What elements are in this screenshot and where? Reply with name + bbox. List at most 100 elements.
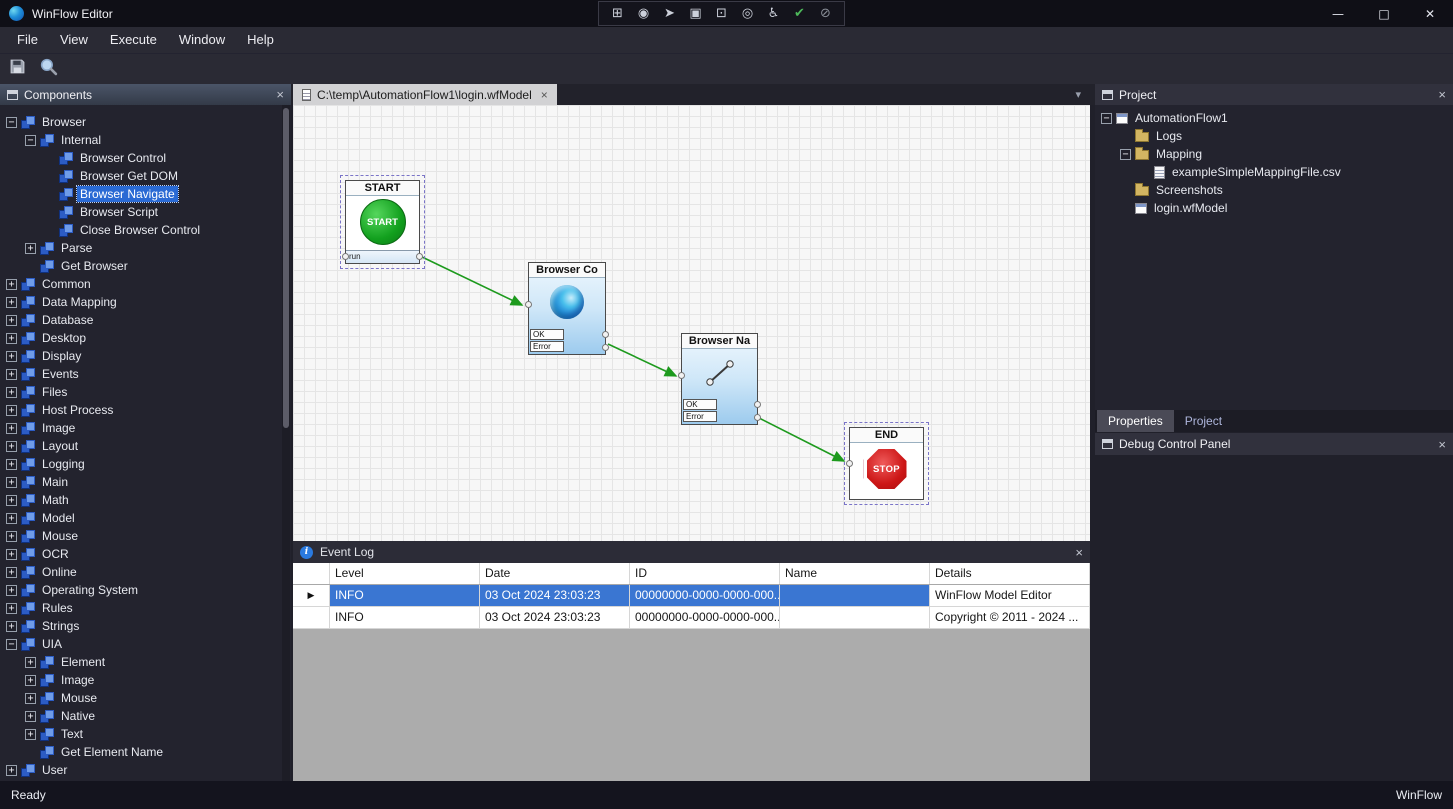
scrollbar-thumb[interactable]: [283, 108, 289, 428]
tree-item[interactable]: −Mapping: [1095, 145, 1453, 163]
tree-item[interactable]: Browser Script: [0, 203, 281, 221]
expand-icon[interactable]: +: [6, 513, 17, 524]
expand-icon[interactable]: +: [6, 621, 17, 632]
expand-icon[interactable]: +: [6, 315, 17, 326]
menu-window[interactable]: Window: [168, 27, 236, 53]
tree-item[interactable]: Get Element Name: [0, 743, 281, 761]
pointer-capture-icon[interactable]: ➤: [658, 6, 681, 21]
tree-item[interactable]: +Events: [0, 365, 281, 383]
menu-view[interactable]: View: [49, 27, 99, 53]
tree-item[interactable]: +Rules: [0, 599, 281, 617]
components-scrollbar[interactable]: [282, 105, 290, 781]
event-log-row[interactable]: INFO03 Oct 2024 23:03:2300000000-0000-00…: [293, 607, 1090, 629]
connector-dot[interactable]: [678, 372, 685, 379]
disabled-icon[interactable]: ⊘: [814, 6, 837, 21]
close-button[interactable]: ✕: [1407, 0, 1453, 27]
expand-icon[interactable]: +: [25, 693, 36, 704]
close-icon[interactable]: ×: [541, 88, 548, 102]
expand-icon[interactable]: +: [6, 495, 17, 506]
collapse-icon[interactable]: −: [6, 639, 17, 650]
expand-icon[interactable]: +: [6, 531, 17, 542]
accessibility-icon[interactable]: ♿: [762, 6, 785, 21]
tree-item[interactable]: +Main: [0, 473, 281, 491]
port-ok[interactable]: OK: [530, 329, 564, 340]
connector-dot[interactable]: [602, 344, 609, 351]
tree-item[interactable]: +Database: [0, 311, 281, 329]
tab-list-dropdown-icon[interactable]: ▾: [1075, 88, 1081, 101]
collapse-icon[interactable]: −: [6, 117, 17, 128]
expand-icon[interactable]: +: [6, 459, 17, 470]
close-icon[interactable]: ×: [1075, 546, 1083, 559]
column-header-date[interactable]: Date: [480, 563, 630, 584]
expand-icon[interactable]: +: [6, 567, 17, 578]
port-error[interactable]: Error: [530, 341, 564, 352]
tree-item[interactable]: +Logging: [0, 455, 281, 473]
document-tab[interactable]: C:\temp\AutomationFlow1\login.wfModel ×: [293, 84, 557, 105]
expand-icon[interactable]: +: [25, 657, 36, 668]
tree-item[interactable]: Screenshots: [1095, 181, 1453, 199]
tree-item[interactable]: +Image: [0, 419, 281, 437]
tree-item[interactable]: Browser Navigate: [0, 185, 281, 203]
expand-icon[interactable]: +: [25, 243, 36, 254]
tree-item[interactable]: −AutomationFlow1: [1095, 109, 1453, 127]
column-header-details[interactable]: Details: [930, 563, 1090, 584]
workflow-canvas[interactable]: START START run Browser Co OK Error Brow…: [293, 105, 1090, 541]
tree-item[interactable]: +Mouse: [0, 689, 281, 707]
port-ok[interactable]: OK: [683, 399, 717, 410]
tree-item[interactable]: +Parse: [0, 239, 281, 257]
tree-item[interactable]: Close Browser Control: [0, 221, 281, 239]
column-header-id[interactable]: ID: [630, 563, 780, 584]
menu-execute[interactable]: Execute: [99, 27, 168, 53]
event-log-row[interactable]: ▶INFO03 Oct 2024 23:03:2300000000-0000-0…: [293, 585, 1090, 607]
tree-item[interactable]: +Online: [0, 563, 281, 581]
tree-item[interactable]: exampleSimpleMappingFile.csv: [1095, 163, 1453, 181]
tab-properties[interactable]: Properties: [1097, 410, 1174, 432]
camera-icon[interactable]: ◉: [632, 6, 655, 21]
tree-item[interactable]: +Operating System: [0, 581, 281, 599]
menu-file[interactable]: File: [6, 27, 49, 53]
expand-icon[interactable]: +: [25, 711, 36, 722]
zoom-icon[interactable]: [39, 57, 58, 81]
expand-icon[interactable]: +: [6, 423, 17, 434]
tree-item[interactable]: +Mouse: [0, 527, 281, 545]
tree-item[interactable]: +User: [0, 761, 281, 779]
connector-dot[interactable]: [416, 253, 423, 260]
expand-icon[interactable]: +: [25, 729, 36, 740]
tree-item[interactable]: +Strings: [0, 617, 281, 635]
tree-item[interactable]: +Common: [0, 275, 281, 293]
connector-dot[interactable]: [754, 414, 761, 421]
tree-item[interactable]: +Math: [0, 491, 281, 509]
region-select-icon[interactable]: ▣: [684, 6, 707, 21]
expand-icon[interactable]: +: [6, 387, 17, 398]
expand-icon[interactable]: +: [6, 765, 17, 776]
node-start[interactable]: START START run: [345, 180, 420, 264]
collapse-icon[interactable]: −: [1101, 113, 1112, 124]
tree-item[interactable]: +Files: [0, 383, 281, 401]
menu-help[interactable]: Help: [236, 27, 285, 53]
expand-icon[interactable]: +: [6, 297, 17, 308]
tree-item[interactable]: +Layout: [0, 437, 281, 455]
tree-item[interactable]: +Host Process: [0, 401, 281, 419]
node-browser-navigate[interactable]: Browser Na OK Error: [681, 333, 758, 425]
expand-icon[interactable]: +: [6, 477, 17, 488]
expand-icon[interactable]: +: [25, 675, 36, 686]
export-window-icon[interactable]: ⊞: [606, 6, 629, 21]
tab-project[interactable]: Project: [1174, 410, 1233, 432]
column-header-name[interactable]: Name: [780, 563, 930, 584]
node-browser-control[interactable]: Browser Co OK Error: [528, 262, 606, 355]
maximize-button[interactable]: □: [1361, 0, 1407, 27]
tree-item[interactable]: Logs: [1095, 127, 1453, 145]
connector-dot[interactable]: [342, 253, 349, 260]
node-end[interactable]: END STOP: [849, 427, 924, 500]
close-icon[interactable]: ×: [276, 88, 284, 101]
tree-item[interactable]: +OCR: [0, 545, 281, 563]
tree-item[interactable]: +Image: [0, 671, 281, 689]
tree-item[interactable]: +Display: [0, 347, 281, 365]
minimize-button[interactable]: —: [1315, 0, 1361, 27]
tree-item[interactable]: −Browser: [0, 113, 281, 131]
save-icon[interactable]: [9, 58, 26, 80]
tree-item[interactable]: login.wfModel: [1095, 199, 1453, 217]
record-icon[interactable]: ◎: [736, 6, 759, 21]
expand-icon[interactable]: +: [6, 333, 17, 344]
expand-icon[interactable]: +: [6, 441, 17, 452]
